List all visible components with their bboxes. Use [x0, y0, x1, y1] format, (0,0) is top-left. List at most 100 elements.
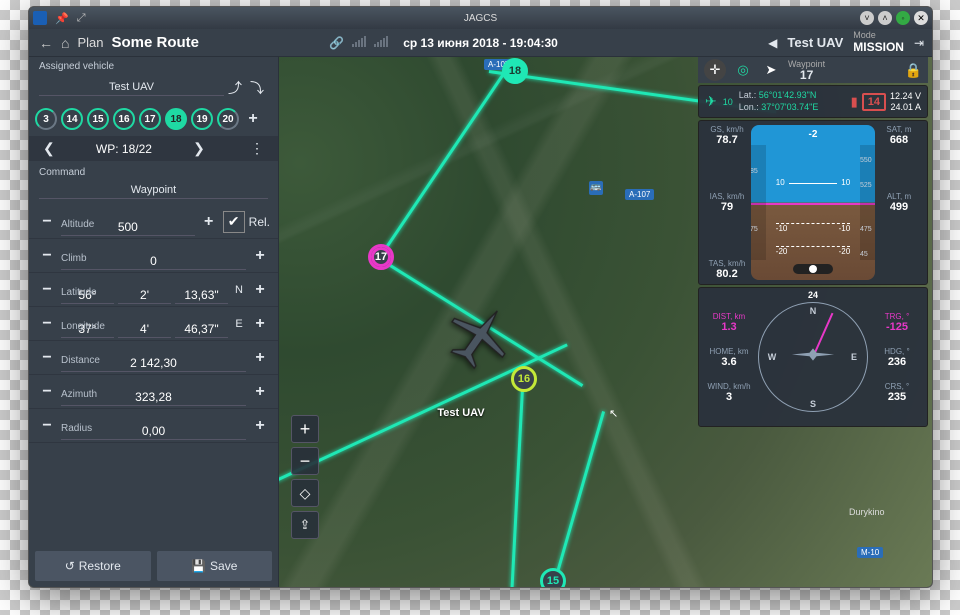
expand-icon[interactable]: ⤢ [77, 12, 86, 25]
battery-icon: ▮ [851, 94, 858, 110]
link-icon[interactable]: 🔗 [329, 36, 344, 50]
dist-value: 1.3 [705, 321, 753, 333]
lon-decrease[interactable]: − [37, 315, 57, 333]
save-button[interactable]: 💾Save [157, 551, 273, 581]
wp-badge[interactable]: 17 [139, 108, 161, 130]
titlebar[interactable]: 📌 ⤢ JAGCS ˅ ˄ ◦ ✕ [29, 7, 932, 29]
map-waypoint-16[interactable]: 16 [511, 366, 537, 392]
restore-button[interactable]: ↺Restore [35, 551, 151, 581]
wp-badge-active[interactable]: 18 [165, 108, 187, 130]
minimize-button[interactable]: ˅ [860, 11, 874, 25]
wp-badge[interactable]: 3 [35, 108, 57, 130]
hdg-value: 236 [873, 356, 921, 368]
sat-alt-label: SAT, m [877, 125, 921, 134]
map-waypoint-18[interactable]: 18 [502, 58, 528, 84]
lat-decrease[interactable]: − [37, 281, 57, 299]
azimuth-increase[interactable]: + [250, 383, 270, 401]
tas-value: 80.2 [705, 268, 749, 280]
altitude-decrease[interactable]: − [37, 213, 57, 231]
climb-decrease[interactable]: − [37, 247, 57, 265]
wp-badge[interactable]: 19 [191, 108, 213, 130]
wp-badge[interactable]: 16 [113, 108, 135, 130]
lat-hemi[interactable]: N [232, 284, 246, 296]
upload-icon[interactable]: ⤴ [224, 78, 246, 98]
azimuth-decrease[interactable]: − [37, 383, 57, 401]
target-icon[interactable]: ◎ [732, 59, 754, 81]
mode-value[interactable]: MISSION [853, 40, 904, 54]
wp-menu-icon[interactable]: ⋮ [246, 140, 268, 157]
longitude-label: Longitude [61, 321, 105, 332]
north-button[interactable]: ⇪ [291, 511, 319, 539]
climb-value[interactable]: 0 [61, 253, 246, 270]
roll-value: -2 [751, 129, 875, 140]
gps-panel: ✈ 10 Lat.: 56°01'42.93"N Lon.: 37°07'03.… [698, 85, 928, 118]
sat-count: 10 [723, 97, 733, 107]
gs-value: 78.7 [705, 134, 749, 146]
altitude-increase[interactable]: + [199, 213, 219, 231]
lon-sec[interactable]: 46,37" [175, 321, 228, 338]
lon-hemi[interactable]: E [232, 318, 246, 330]
lock-icon[interactable]: 🔒 [905, 62, 922, 79]
vehicle-name[interactable]: Test UAV [787, 35, 843, 50]
wp-prev-icon[interactable]: ❮ [39, 140, 59, 157]
compass-plane-icon [791, 345, 835, 370]
rel-checkbox[interactable]: ✔ [223, 211, 245, 233]
zoom-out-button[interactable]: − [291, 447, 319, 475]
gps-lat-label: Lat.: [739, 90, 757, 100]
slip-ball [793, 264, 833, 274]
lat-sec[interactable]: 13,63" [175, 287, 228, 304]
topbar: ← ⌂ Plan Some Route 🔗 ср 13 июня 2018 - … [29, 29, 932, 57]
command-value[interactable]: Waypoint [39, 184, 268, 199]
radius-decrease[interactable]: − [37, 417, 57, 435]
lon-increase[interactable]: + [250, 315, 270, 333]
nav-panel: DIST, km1.3 HOME, km3.6 WIND, km/h3 24 N… [698, 287, 928, 427]
pin-icon[interactable]: 📌 [55, 12, 69, 25]
compass: 24 N W E S [759, 292, 867, 422]
alt-value: 499 [877, 201, 921, 213]
wp-badge[interactable]: 15 [87, 108, 109, 130]
signal-2-icon [374, 36, 388, 47]
restore-button[interactable]: ◦ [896, 11, 910, 25]
battery-percent: 14 [862, 93, 886, 111]
road-label: М-10 [857, 547, 883, 558]
logout-icon[interactable]: ⇥ [914, 36, 924, 50]
ias-label: IAS, km/h [705, 192, 749, 201]
download-icon[interactable]: ⤵ [246, 78, 268, 98]
assigned-vehicle-value[interactable]: Test UAV [39, 81, 224, 96]
home-dist-label: HOME, km [705, 347, 753, 356]
add-waypoint-button[interactable]: + [243, 110, 263, 128]
wp-next-icon[interactable]: ❯ [189, 140, 209, 157]
distance-increase[interactable]: + [250, 349, 270, 367]
wp-badge[interactable]: 20 [217, 108, 239, 130]
home-icon[interactable]: ⌂ [61, 35, 69, 51]
map-waypoint-17[interactable]: 17 [368, 244, 394, 270]
zoom-in-button[interactable]: + [291, 415, 319, 443]
back-icon[interactable]: ← [39, 35, 53, 51]
home-dist-value: 3.6 [705, 356, 753, 368]
lat-increase[interactable]: + [250, 281, 270, 299]
wp-badge[interactable]: 14 [61, 108, 83, 130]
distance-label: Distance [61, 355, 100, 366]
radius-increase[interactable]: + [250, 417, 270, 435]
app-window: 📌 ⤢ JAGCS ˅ ˄ ◦ ✕ ← ⌂ Plan Some Route 🔗 … [28, 6, 933, 588]
window-title: JAGCS [29, 13, 932, 24]
route-name[interactable]: Some Route [112, 34, 200, 51]
waypoint-badges[interactable]: 3 14 15 16 17 18 19 20 + [29, 104, 278, 134]
close-button[interactable]: ✕ [914, 11, 928, 25]
ias-value: 79 [705, 201, 749, 213]
maximize-button[interactable]: ˄ [878, 11, 892, 25]
trg-value: -125 [873, 321, 921, 333]
signal-1-icon [352, 36, 366, 47]
tas-label: TAS, km/h [705, 259, 749, 268]
distance-decrease[interactable]: − [37, 349, 57, 367]
lon-min[interactable]: 4' [118, 321, 171, 338]
center-icon[interactable]: ✛ [704, 59, 726, 81]
map-waypoint-15[interactable]: 15 [540, 568, 566, 587]
lat-min[interactable]: 2' [118, 287, 171, 304]
satellite-icon: ✈ [705, 93, 717, 110]
layers-button[interactable]: ◇ [291, 479, 319, 507]
location-icon[interactable]: ➤ [760, 59, 782, 81]
climb-increase[interactable]: + [250, 247, 270, 265]
prev-vehicle-icon[interactable]: ◀ [768, 36, 777, 50]
hdg-label: HDG, ° [873, 347, 921, 356]
